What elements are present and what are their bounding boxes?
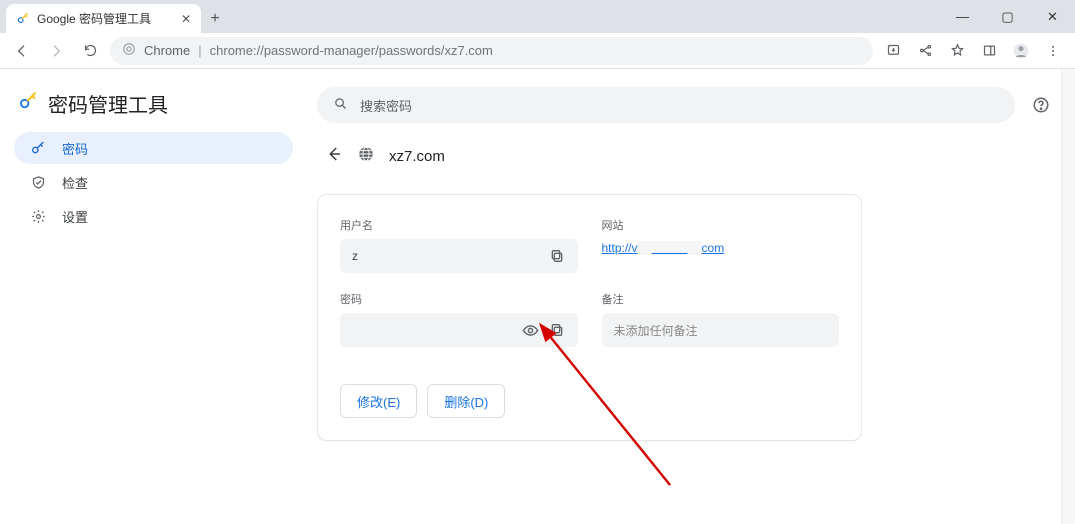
page-content: 密码管理工具 密码 检查 设置 搜索密码: [0, 69, 1075, 524]
sidebar-item-settings[interactable]: 设置: [14, 200, 293, 232]
omnibox-separator: |: [198, 43, 201, 58]
back-button[interactable]: [8, 37, 36, 65]
profile-avatar[interactable]: [1007, 37, 1035, 65]
sidebar: 密码管理工具 密码 检查 设置: [0, 69, 307, 524]
username-value-box: z: [340, 239, 578, 273]
tab-title: Google 密码管理工具: [37, 10, 151, 27]
website-field: 网站 http://vxxxxxxcom: [602, 217, 840, 273]
username-value: z: [352, 249, 544, 263]
window-titlebar: Google 密码管理工具 ✕ + — ▢ ✕: [0, 0, 1075, 33]
notes-label: 备注: [602, 291, 840, 307]
app-title: 密码管理工具: [48, 89, 168, 118]
search-placeholder: 搜索密码: [360, 96, 412, 115]
website-link[interactable]: http://vxxxxxxcom: [602, 241, 725, 255]
maximize-button[interactable]: ▢: [985, 0, 1030, 33]
delete-button[interactable]: 删除(D): [427, 384, 505, 418]
sidebar-item-label: 密码: [62, 139, 88, 158]
side-panel-icon[interactable]: [975, 37, 1003, 65]
notes-field: 备注 未添加任何备注: [602, 291, 840, 347]
reload-button[interactable]: [76, 37, 104, 65]
share-icon[interactable]: [911, 37, 939, 65]
kebab-menu-icon[interactable]: [1039, 37, 1067, 65]
install-icon[interactable]: [879, 37, 907, 65]
chrome-icon: [122, 42, 136, 59]
key-icon: [30, 140, 46, 156]
credential-card: 用户名 z 网站 http://vxxxxxxcom 密码: [317, 194, 862, 441]
globe-icon: [357, 145, 375, 168]
help-icon[interactable]: [1029, 93, 1053, 117]
password-label: 密码: [340, 291, 578, 307]
close-window-button[interactable]: ✕: [1030, 0, 1075, 33]
gear-icon: [30, 209, 46, 224]
sidebar-item-passwords[interactable]: 密码: [14, 132, 293, 164]
card-actions: 修改(E) 删除(D): [340, 383, 839, 418]
eye-icon[interactable]: [518, 317, 544, 343]
back-icon[interactable]: [325, 145, 343, 168]
nav-list: 密码 检查 设置: [14, 132, 293, 232]
sidebar-item-label: 设置: [62, 207, 88, 226]
omnibox-scheme: Chrome: [144, 43, 190, 58]
edit-button[interactable]: 修改(E): [340, 384, 417, 418]
search-input[interactable]: 搜索密码: [317, 87, 1015, 123]
notes-placeholder: 未添加任何备注: [614, 322, 832, 339]
username-field: 用户名 z: [340, 217, 578, 273]
address-bar[interactable]: Chrome | chrome://password-manager/passw…: [110, 37, 873, 65]
notes-value-box[interactable]: 未添加任何备注: [602, 313, 840, 347]
sidebar-item-label: 检查: [62, 173, 88, 192]
page-header: xz7.com: [325, 145, 1053, 168]
bookmark-icon[interactable]: [943, 37, 971, 65]
minimize-button[interactable]: —: [940, 0, 985, 33]
key-icon: [16, 12, 30, 26]
password-value-box: [340, 313, 578, 347]
close-tab-icon[interactable]: ✕: [181, 12, 191, 26]
password-field: 密码: [340, 291, 578, 347]
window-controls: — ▢ ✕: [940, 0, 1075, 33]
username-label: 用户名: [340, 217, 578, 233]
browser-toolbar: Chrome | chrome://password-manager/passw…: [0, 33, 1075, 69]
site-name: xz7.com: [389, 148, 445, 165]
sidebar-item-check[interactable]: 检查: [14, 166, 293, 198]
search-icon: [333, 96, 348, 114]
new-tab-button[interactable]: +: [201, 5, 229, 33]
forward-button[interactable]: [42, 37, 70, 65]
app-header: 密码管理工具: [14, 87, 293, 132]
browser-tab[interactable]: Google 密码管理工具 ✕: [6, 4, 201, 33]
scrollbar-track[interactable]: [1061, 69, 1075, 524]
copy-icon[interactable]: [544, 317, 570, 343]
copy-icon[interactable]: [544, 243, 570, 269]
shield-check-icon: [30, 175, 46, 190]
main-panel: 搜索密码 xz7.com 用户名 z 网站 http://vxxx: [307, 69, 1075, 524]
website-label: 网站: [602, 217, 840, 233]
omnibox-url: chrome://password-manager/passwords/xz7.…: [210, 43, 493, 58]
key-icon: [18, 91, 38, 116]
